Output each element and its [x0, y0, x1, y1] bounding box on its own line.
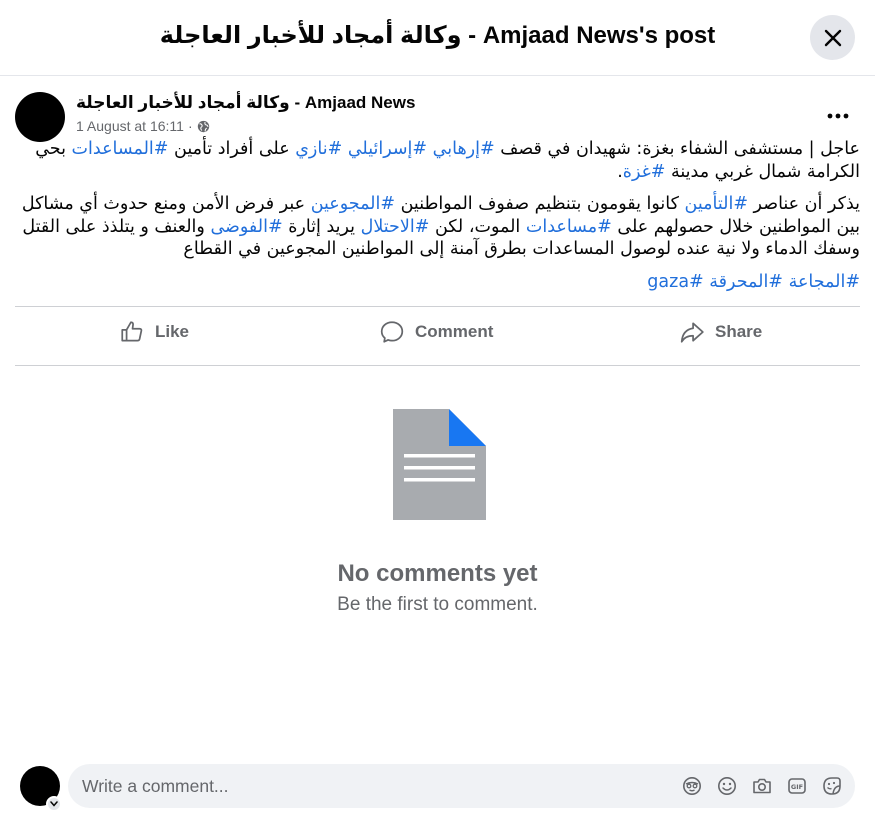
avatar-sticker-button[interactable]	[681, 775, 703, 797]
post-actions-bar: Like Comment Share	[15, 306, 860, 366]
hashtag-link[interactable]: #مساعدات	[526, 217, 612, 237]
hashtag-link[interactable]: #نازي	[295, 139, 342, 159]
page-avatar[interactable]	[15, 92, 65, 142]
hashtag-link[interactable]: #المساعدات	[72, 139, 169, 159]
sticker-icon	[823, 777, 841, 795]
like-label: Like	[155, 322, 190, 341]
globe-icon	[197, 120, 209, 132]
chevron-down-icon	[50, 801, 58, 807]
comment-label: Comment	[415, 322, 494, 341]
post-text-segment: كانوا يقومون بتنظيم صفوف المواطنين	[395, 194, 685, 214]
hashtag-link[interactable]: #التأمين	[685, 194, 748, 214]
post-options-button[interactable]	[816, 100, 860, 132]
hashtag-link[interactable]: #إسرائيلي	[348, 139, 427, 159]
empty-comments-subtitle: Be the first to comment.	[337, 594, 538, 615]
empty-comments-title: No comments yet	[337, 560, 538, 587]
comment-input[interactable]	[82, 764, 642, 808]
post-paragraph: يذكر أن عناصر #التأمين كانوا يقومون بتنظ…	[15, 193, 860, 261]
post-paragraph: عاجل | مستشفى الشفاء بغزة: شهيدان في قصف…	[15, 138, 860, 183]
thumbs-up-icon	[121, 321, 143, 342]
sticker-button[interactable]	[821, 775, 843, 797]
photo-button[interactable]	[751, 775, 773, 797]
like-button[interactable]: Like	[119, 307, 189, 357]
comment-button[interactable]: Comment	[379, 307, 493, 357]
post-author[interactable]: وكالة أمجاد للأخبار العاجلة - Amjaad New…	[76, 93, 415, 113]
close-button[interactable]	[810, 15, 855, 60]
share-button[interactable]: Share	[679, 307, 762, 357]
gif-icon: GIF	[788, 778, 806, 794]
hashtag-link[interactable]: #المجاعة	[789, 272, 860, 292]
more-options-icon	[827, 113, 849, 119]
post-text-segment: الموت، لكن	[429, 216, 526, 237]
emoji-icon	[718, 777, 736, 795]
comment-composer: GIF	[68, 764, 855, 808]
post-paragraph: #المجاعة #المحرقة #gaza	[15, 271, 860, 294]
comment-bubble-icon	[380, 321, 404, 343]
hashtag-link[interactable]: #المجوعين	[311, 194, 395, 214]
hashtag-link[interactable]: #الفوضى	[210, 217, 282, 237]
post-text-segment: عاجل | مستشفى الشفاء بغزة: شهيدان في قصف	[494, 139, 860, 159]
gif-button[interactable]: GIF	[786, 775, 808, 797]
hashtag-link[interactable]: #غزة	[623, 162, 666, 182]
document-icon	[393, 409, 486, 520]
post-text-segment: يذكر أن عناصر	[747, 194, 860, 214]
dialog-header: وكالة أمجاد للأخبار العاجلة - Amjaad New…	[0, 0, 875, 76]
post-text-segment: على أفراد تأمين	[168, 139, 296, 159]
hashtag-link[interactable]: #المحرقة	[709, 272, 783, 292]
hashtag-link[interactable]: #إرهابي	[433, 139, 495, 159]
avatar-sticker-icon	[683, 777, 701, 795]
post-meta: 1 August at 16:11 ·	[76, 118, 210, 134]
hashtag-link[interactable]: #gaza	[647, 272, 703, 292]
svg-text:GIF: GIF	[791, 783, 803, 791]
profile-switch-button[interactable]	[46, 796, 62, 812]
post-timestamp[interactable]: 1 August at 16:11	[76, 118, 184, 134]
hashtag-link[interactable]: #الاحتلال	[361, 217, 430, 237]
meta-separator: ·	[187, 118, 193, 134]
close-icon	[824, 29, 841, 46]
emoji-button[interactable]	[716, 775, 738, 797]
dialog-title: وكالة أمجاد للأخبار العاجلة - Amjaad New…	[159, 22, 716, 49]
post-message: عاجل | مستشفى الشفاء بغزة: شهيدان في قصف…	[15, 138, 860, 303]
post-text-segment: يريد إثارة	[282, 216, 361, 237]
camera-icon	[753, 778, 771, 794]
share-arrow-icon	[680, 322, 704, 343]
share-label: Share	[715, 322, 763, 341]
